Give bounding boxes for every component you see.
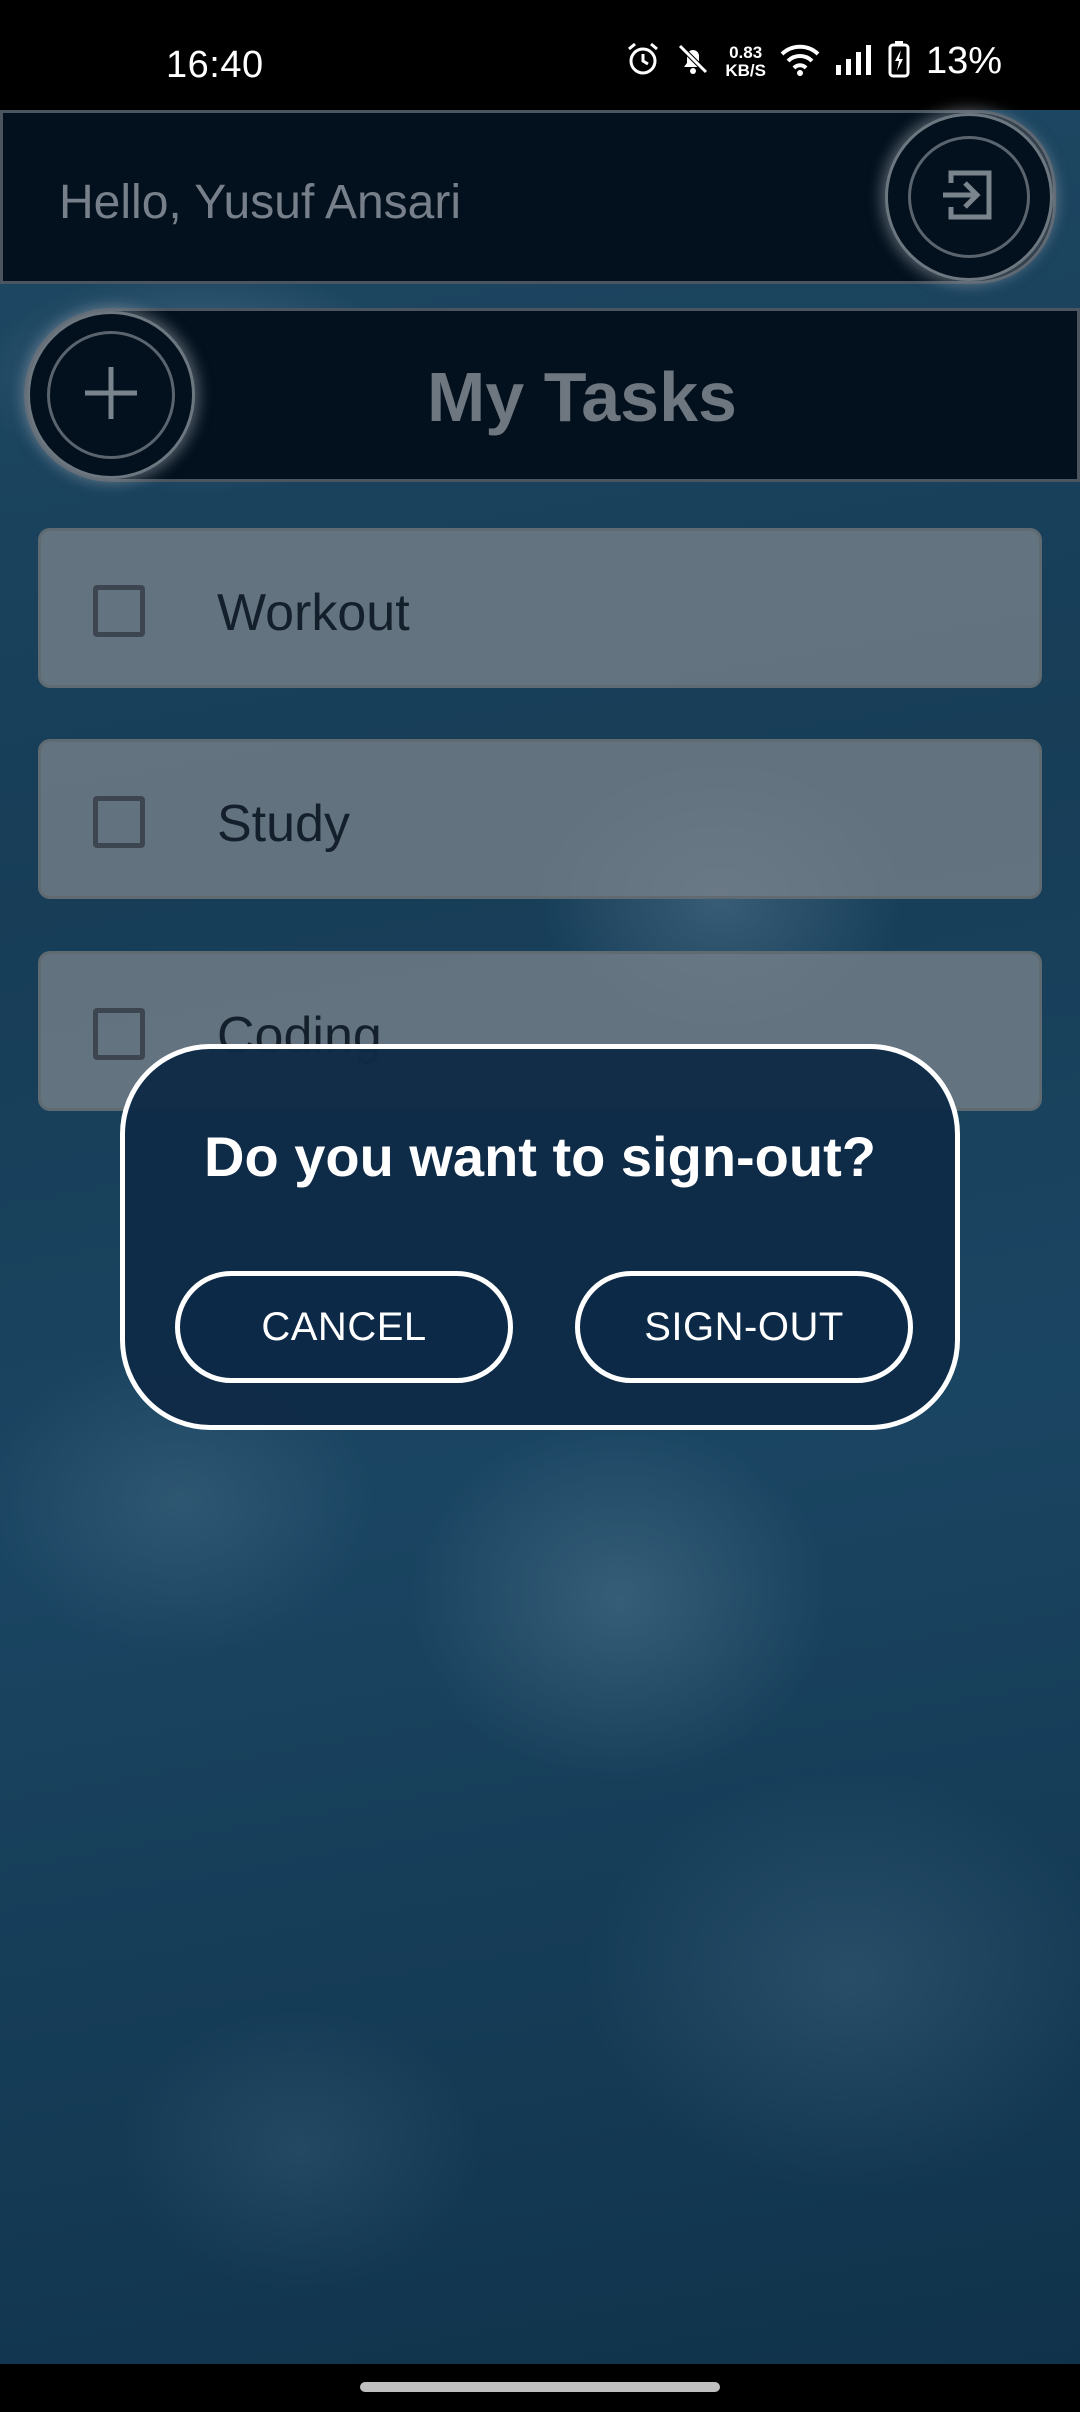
sign-out-button[interactable] (885, 113, 1053, 281)
status-bar: 16:40 0.83 KB/S 13% (0, 0, 1080, 110)
app-screen: 16:40 0.83 KB/S 13% Hello, Yusuf Ansari … (0, 0, 1080, 2412)
status-time: 16:40 (166, 44, 264, 86)
cancel-button[interactable]: CANCEL (175, 1271, 513, 1383)
net-speed: 0.83 KB/S (725, 42, 766, 80)
net-speed-value: 0.83 (729, 42, 763, 62)
tasks-header: My Tasks (24, 308, 1080, 482)
battery-percent: 13% (925, 40, 1002, 82)
dialog-title: Do you want to sign-out? (204, 1125, 876, 1188)
confirm-sign-out-button[interactable]: SIGN-OUT (575, 1271, 913, 1383)
task-checkbox[interactable] (93, 796, 145, 848)
signal-icon (834, 43, 874, 80)
greeting-header: Hello, Yusuf Ansari (0, 110, 1056, 284)
greeting-text: Hello, Yusuf Ansari (59, 176, 462, 229)
alarm-icon (625, 41, 661, 82)
battery-charging-icon (888, 40, 910, 83)
task-item-study[interactable]: Study (38, 739, 1042, 899)
sign-out-icon (937, 163, 1001, 232)
net-speed-unit: KB/S (725, 60, 766, 80)
home-gesture-handle[interactable] (360, 2382, 720, 2392)
wifi-icon (780, 42, 820, 81)
sign-out-button-ring (908, 136, 1030, 258)
task-item-workout[interactable]: Workout (38, 528, 1042, 688)
muted-bell-icon (675, 41, 711, 82)
task-checkbox[interactable] (93, 585, 145, 637)
navigation-bar (0, 2364, 1080, 2412)
task-label: Workout (217, 584, 410, 642)
page-title: My Tasks (427, 358, 737, 436)
task-checkbox[interactable] (93, 1008, 145, 1060)
sign-out-dialog: Do you want to sign-out? CANCEL SIGN-OUT (120, 1044, 960, 1430)
task-label: Study (217, 795, 350, 853)
status-icons: 0.83 KB/S 13% (625, 40, 1002, 83)
